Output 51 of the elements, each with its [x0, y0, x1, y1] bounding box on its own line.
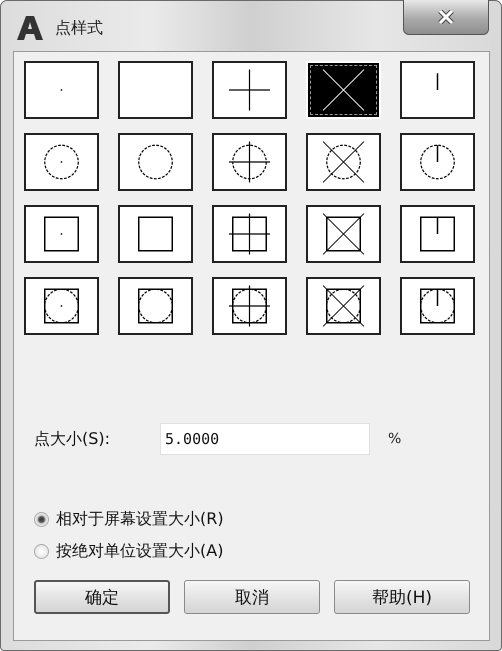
point-style-option[interactable] — [24, 61, 99, 119]
plus-point-icon — [228, 68, 271, 112]
circle-dot-point-icon — [44, 144, 79, 180]
cross-point-icon — [322, 69, 364, 111]
circle-point-icon — [138, 144, 173, 180]
point-style-option[interactable] — [118, 133, 193, 191]
point-style-option[interactable] — [400, 277, 475, 335]
size-input-field[interactable]: 5.0000 — [160, 423, 370, 455]
point-style-option[interactable] — [212, 61, 287, 119]
circle-square-point-icon — [138, 288, 173, 324]
dialog-button[interactable]: 取消 — [184, 580, 320, 614]
circle-square-tick-point-icon — [420, 288, 455, 324]
app-logo-icon — [15, 15, 45, 41]
point-style-option[interactable] — [306, 133, 381, 191]
radio-label[interactable]: 按绝对单位设置大小(A) — [56, 540, 224, 562]
point-style-option[interactable] — [306, 205, 381, 263]
point-style-option[interactable] — [118, 205, 193, 263]
point-style-option[interactable] — [118, 277, 193, 335]
square-tick-point-icon — [420, 216, 455, 252]
circle-plus-point-icon — [228, 140, 271, 184]
square-cross-point-icon — [322, 213, 364, 255]
circle-cross-point-icon — [322, 141, 364, 183]
point-style-option[interactable] — [24, 133, 99, 191]
square-plus-point-icon — [228, 212, 271, 256]
tick-point-icon — [436, 73, 438, 90]
radio-button[interactable] — [34, 512, 49, 526]
point-style-option[interactable] — [306, 277, 381, 335]
circle-square-dot-point-icon — [44, 288, 79, 324]
point-style-option[interactable] — [212, 277, 287, 335]
point-style-option[interactable] — [118, 61, 193, 119]
point-style-option[interactable] — [400, 133, 475, 191]
dialog-button[interactable]: 帮助(H) — [334, 580, 470, 614]
radio-label[interactable]: 相对于屏幕设置大小(R) — [56, 508, 224, 530]
point-style-option[interactable] — [212, 205, 287, 263]
square-point-icon — [138, 216, 173, 252]
window-title: 点样式 — [55, 18, 103, 38]
point-style-option[interactable] — [212, 133, 287, 191]
circle-square-plus-point-icon — [228, 284, 271, 328]
point-style-option[interactable] — [24, 277, 99, 335]
radio-button[interactable] — [34, 544, 49, 558]
square-dot-point-icon — [44, 216, 79, 252]
point-style-option[interactable] — [24, 205, 99, 263]
point-style-option[interactable] — [400, 61, 475, 119]
circle-tick-point-icon — [420, 144, 455, 180]
point-style-option[interactable] — [400, 205, 475, 263]
close-icon — [438, 10, 454, 24]
close-button[interactable] — [403, 0, 489, 35]
unit-label: % — [388, 431, 402, 447]
size-label: 点大小(S): — [34, 428, 112, 450]
dialog-button[interactable]: 确定 — [34, 580, 170, 614]
circle-square-cross-point-icon — [322, 285, 364, 327]
